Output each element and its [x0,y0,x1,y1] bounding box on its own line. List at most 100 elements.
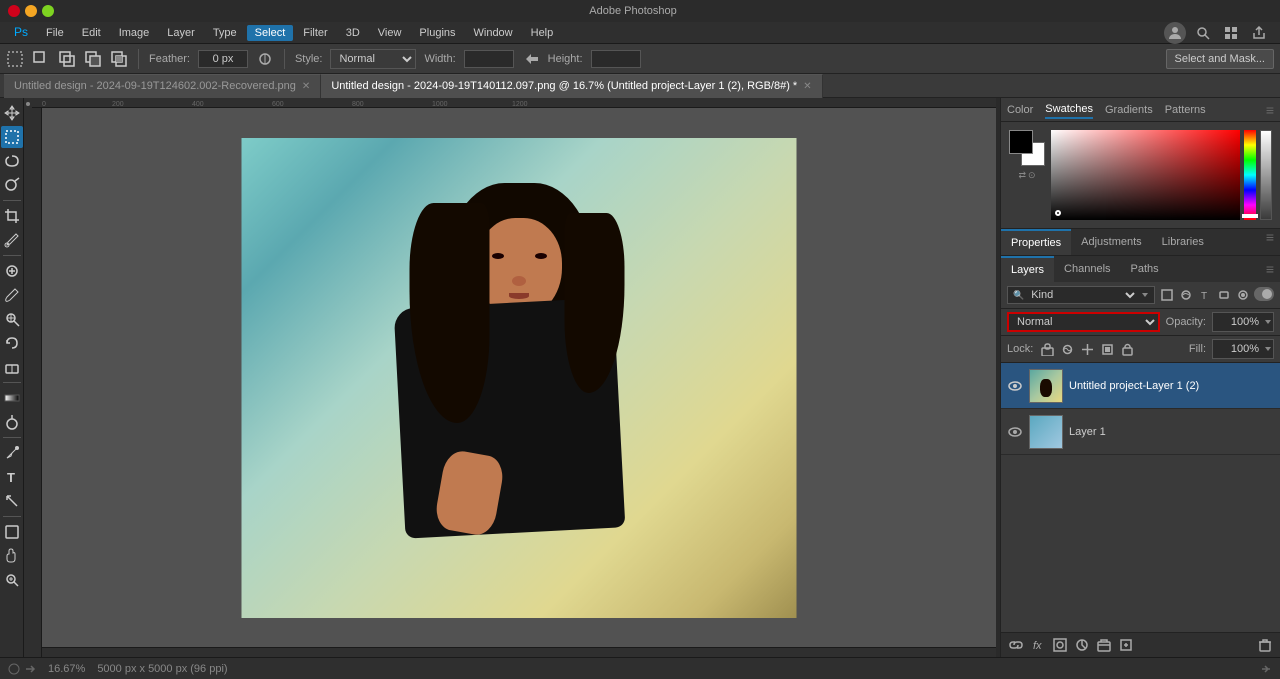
menu-image[interactable]: Image [111,25,158,41]
filter-type-icon[interactable]: T [1197,287,1213,303]
patterns-tab[interactable]: Patterns [1165,102,1206,118]
properties-tab[interactable]: Properties [1001,229,1071,255]
share-icon[interactable] [1248,22,1270,44]
menu-view[interactable]: View [370,25,410,41]
lock-image-icon[interactable] [1059,341,1075,357]
lasso-tool[interactable] [1,150,23,172]
layers-panel-menu[interactable]: ≡ [1260,261,1280,277]
menu-select[interactable]: Select [247,25,294,41]
lock-artboard-icon[interactable] [1099,341,1115,357]
account-icon[interactable] [1164,22,1186,44]
filter-pixel-icon[interactable] [1159,287,1175,303]
lock-position-icon[interactable] [1079,341,1095,357]
close-button[interactable] [8,5,20,17]
menu-edit[interactable]: Edit [74,25,109,41]
adjustments-tab[interactable]: Adjustments [1071,229,1152,255]
filter-smart-icon[interactable] [1235,287,1251,303]
move-tool[interactable] [1,102,23,124]
menu-help[interactable]: Help [523,25,562,41]
channels-tab[interactable]: Channels [1054,256,1120,282]
link-layers-icon[interactable] [1007,636,1025,654]
new-sel-icon[interactable] [32,50,50,68]
hand-tool[interactable] [1,545,23,567]
crop-tool[interactable] [1,205,23,227]
add-fx-icon[interactable]: fx [1029,636,1047,654]
lock-transparent-icon[interactable] [1039,341,1055,357]
swap-colors-icon[interactable]: ⇄ [1018,170,1026,181]
delete-layer-icon[interactable] [1256,636,1274,654]
type-tool[interactable]: T [1,466,23,488]
hue-bar[interactable] [1244,130,1256,220]
layers-tab[interactable]: Layers [1001,256,1054,282]
tab1-close[interactable]: ✕ [302,81,310,92]
reset-colors-icon[interactable]: ⊙ [1028,170,1036,181]
menu-3d[interactable]: 3D [338,25,368,41]
eyedropper-tool[interactable] [1,229,23,251]
search-icon[interactable] [1192,22,1214,44]
shape-tool[interactable] [1,521,23,543]
clone-stamp-tool[interactable] [1,308,23,330]
select-mask-button[interactable]: Select and Mask... [1166,49,1275,69]
intersect-sel-icon[interactable] [110,50,128,68]
filter-kind-select[interactable]: Kind [1027,288,1138,302]
layer-vis-2[interactable] [1007,424,1023,440]
history-brush-tool[interactable] [1,332,23,354]
sub-sel-icon[interactable] [84,50,102,68]
add-adjustment-icon[interactable] [1073,636,1091,654]
paths-tab[interactable]: Paths [1121,256,1169,282]
opacity-input[interactable] [1213,312,1263,332]
brush-tool[interactable] [1,284,23,306]
canvas-container[interactable] [42,108,996,647]
svg-text:Ps: Ps [14,25,28,39]
add-group-icon[interactable] [1095,636,1113,654]
zoom-tool[interactable] [1,569,23,591]
eraser-tool[interactable] [1,356,23,378]
libraries-tab[interactable]: Libraries [1152,229,1214,255]
add-mask-icon[interactable] [1051,636,1069,654]
menu-ps[interactable]: Ps [4,21,36,44]
tab2-close[interactable]: ✕ [803,81,811,92]
menu-layer[interactable]: Layer [159,25,203,41]
view-icon[interactable] [1220,22,1242,44]
pen-tool[interactable] [1,442,23,464]
layer-item-1[interactable]: Untitled project-Layer 1 (2) [1001,363,1280,409]
filter-toggle-icon[interactable] [1254,287,1274,301]
color-gradient-picker[interactable] [1051,130,1240,220]
gradient-tool[interactable] [1,387,23,409]
color-panel-menu[interactable]: ≡ [1266,102,1274,118]
layer-vis-1[interactable] [1007,378,1023,394]
healing-tool[interactable] [1,260,23,282]
canvas-area[interactable]: 0 200 400 600 800 1000 1200 [24,98,996,657]
menu-window[interactable]: Window [466,25,521,41]
menu-file[interactable]: File [38,25,72,41]
tab-1[interactable]: Untitled design - 2024-09-19T124602.002-… [4,74,321,98]
swatches-tab[interactable]: Swatches [1045,101,1093,119]
style-select[interactable]: Normal Fixed Ratio Fixed Size [330,49,416,69]
menu-filter[interactable]: Filter [295,25,335,41]
props-panel-menu[interactable]: ≡ [1260,229,1280,255]
fill-input[interactable] [1213,339,1263,359]
add-layer-icon[interactable] [1117,636,1135,654]
gradients-tab[interactable]: Gradients [1105,102,1153,118]
layer-item-2[interactable]: Layer 1 [1001,409,1280,455]
swap-wh-icon[interactable] [522,50,540,68]
dodge-tool[interactable] [1,411,23,433]
blend-mode-select[interactable]: Normal Multiply Screen Overlay [1007,312,1160,332]
marquee-tool[interactable] [1,126,23,148]
alpha-bar[interactable] [1260,130,1272,220]
lock-all-icon[interactable] [1119,341,1135,357]
maximize-button[interactable] [42,5,54,17]
menu-type[interactable]: Type [205,25,245,41]
filter-adjustment-icon[interactable] [1178,287,1194,303]
filter-shape-icon[interactable] [1216,287,1232,303]
path-select-tool[interactable] [1,490,23,512]
menu-plugins[interactable]: Plugins [411,25,463,41]
foreground-color[interactable] [1009,130,1033,154]
quick-select-tool[interactable] [1,174,23,196]
add-sel-icon[interactable] [58,50,76,68]
minimize-button[interactable] [25,5,37,17]
tab-2[interactable]: Untitled design - 2024-09-19T140112.097.… [321,74,822,98]
color-tab[interactable]: Color [1007,102,1033,118]
scrollbar-horizontal[interactable] [42,647,996,657]
feather-input[interactable] [198,50,248,68]
